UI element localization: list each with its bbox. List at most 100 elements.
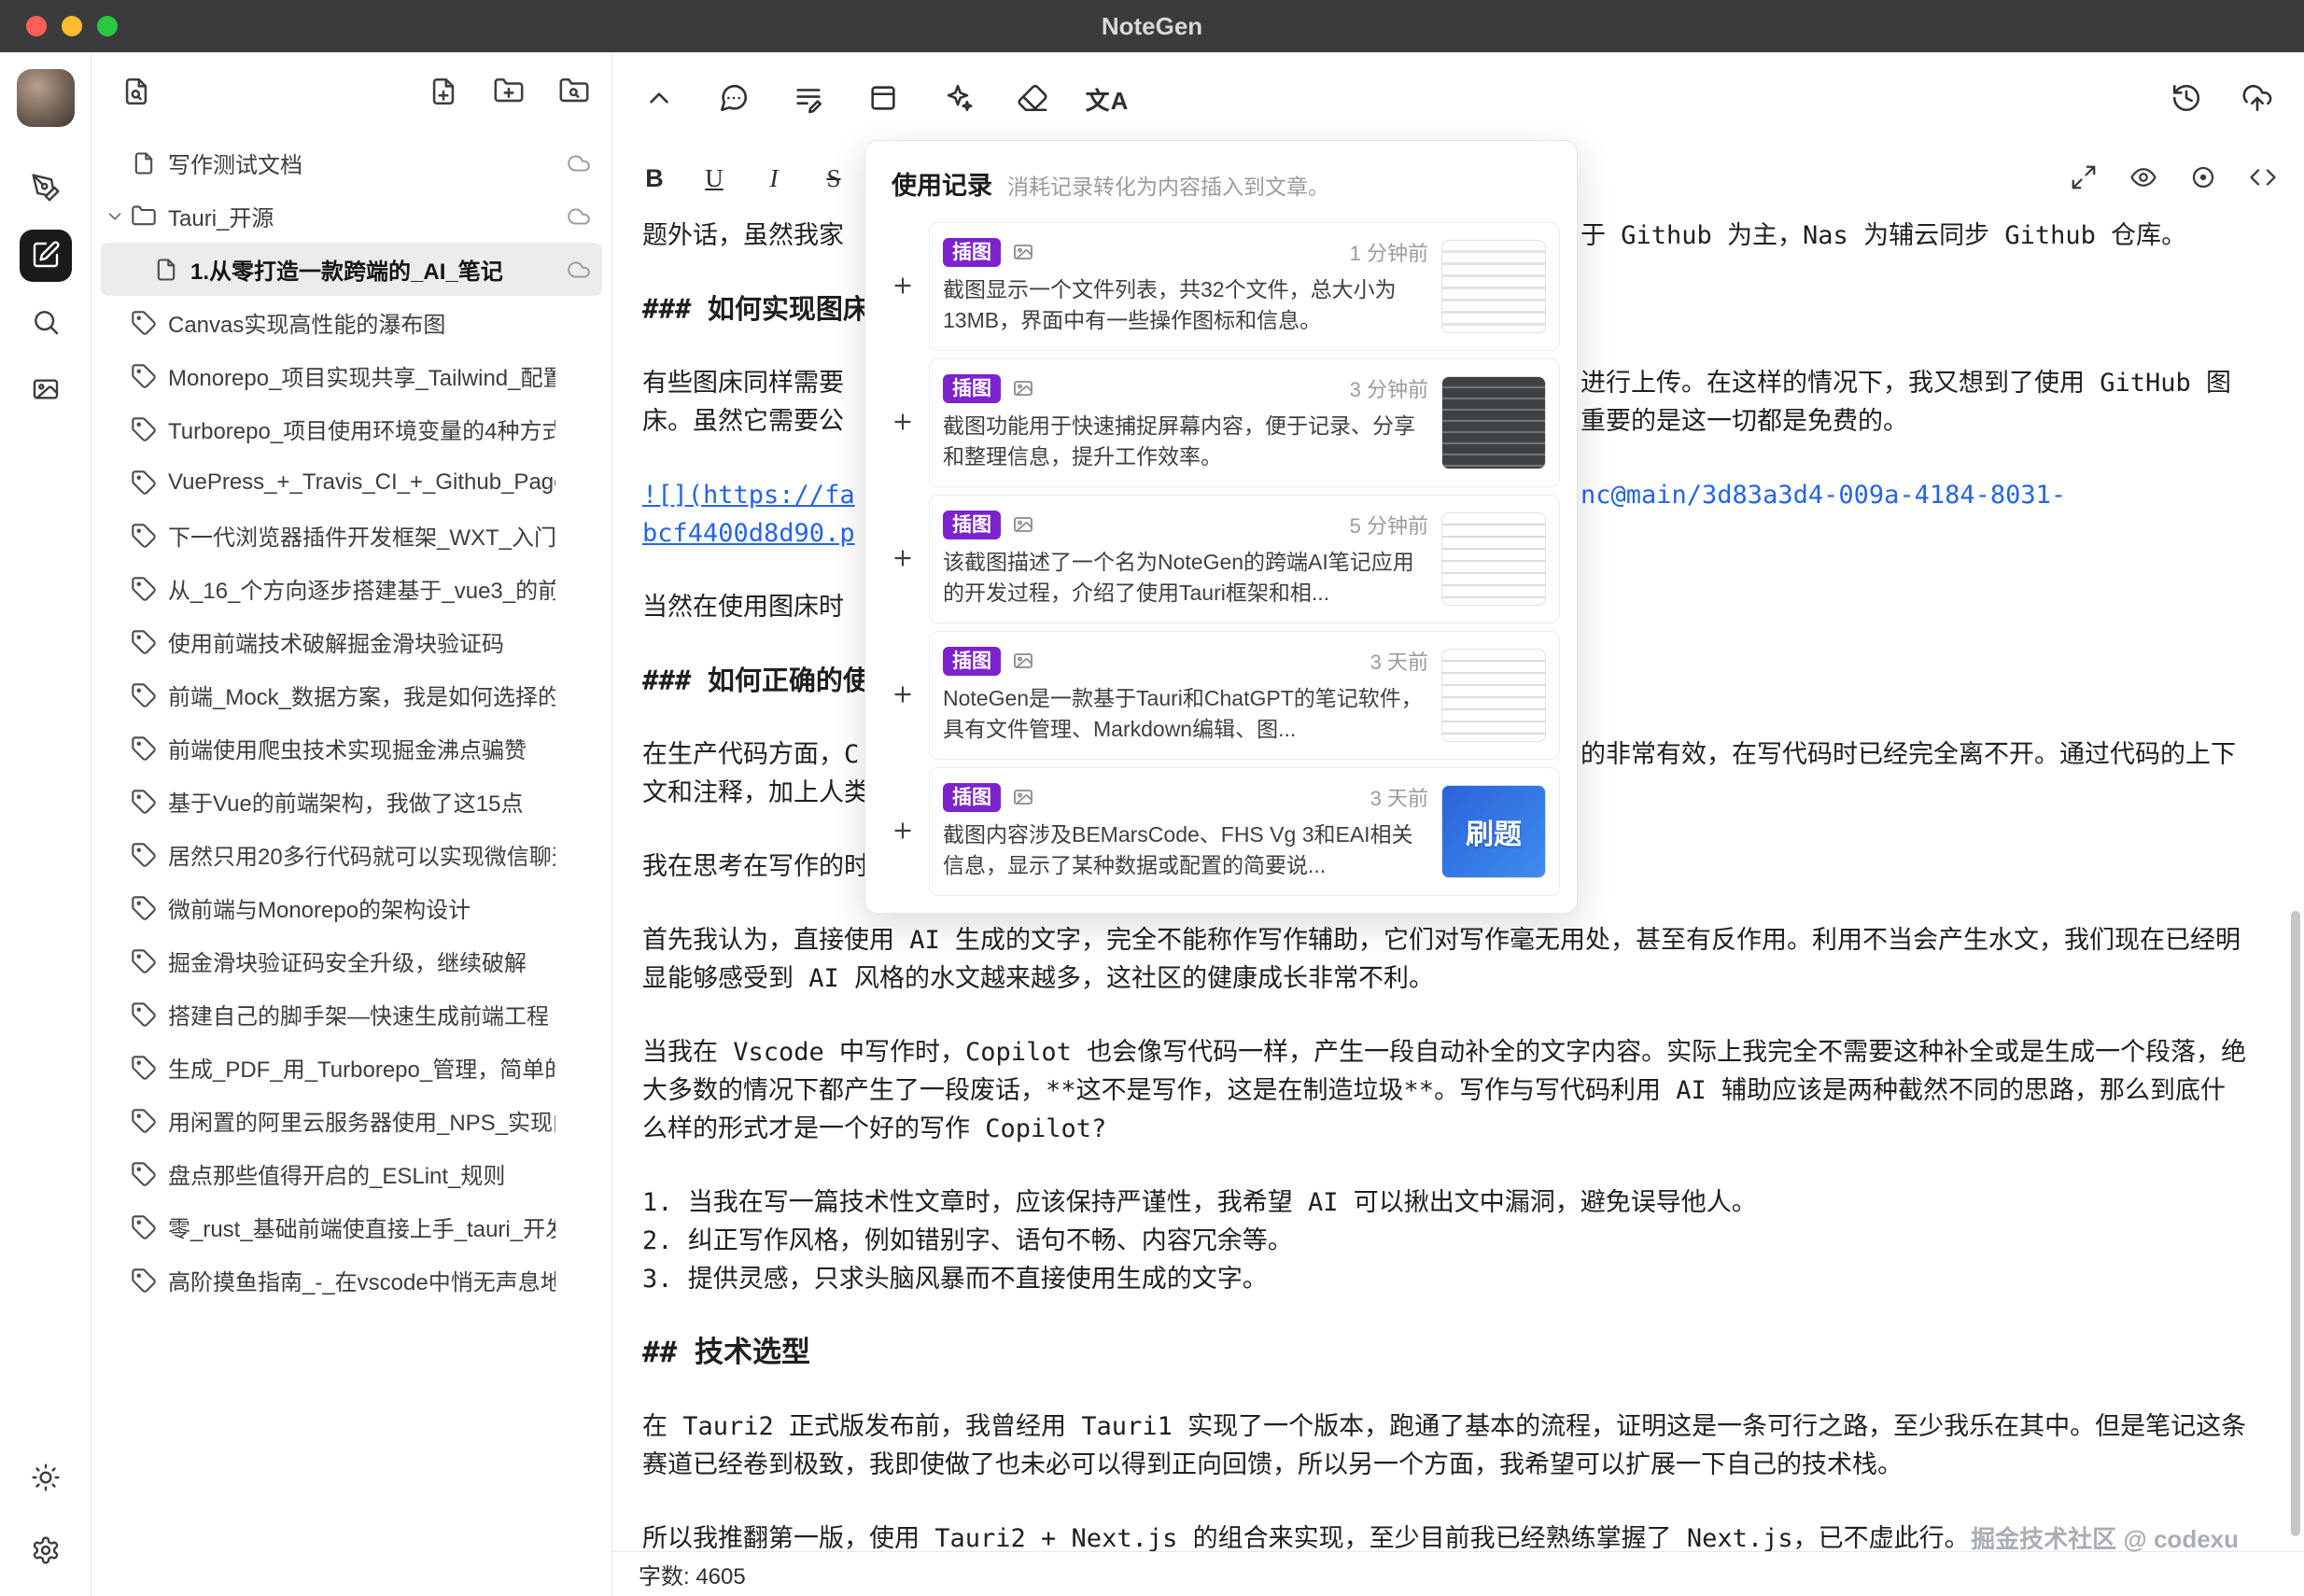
record-card[interactable]: 插图 1 分钟前 截图显示一个文件列表，共32个文件，总大小为13MB，界面中有… — [929, 222, 1560, 351]
file-search-button[interactable] — [116, 72, 157, 113]
cloud-sync-icon — [567, 258, 591, 282]
insert-record-button[interactable] — [882, 266, 923, 307]
avatar[interactable] — [17, 69, 75, 127]
translate-button[interactable]: 文A — [1085, 77, 1130, 121]
new-file-button[interactable] — [423, 72, 464, 113]
tree-item-label: 使用前端技术破解掘金滑块验证码 — [168, 625, 504, 658]
tree-item[interactable]: 微前端与Monorepo的架构设计 — [101, 881, 602, 934]
record-card[interactable]: 插图 3 分钟前 截图功能用于快速捕捉屏幕内容，便于记录、分享和整理信息，提升工… — [929, 358, 1560, 487]
theme-toggle-button[interactable] — [20, 1452, 72, 1505]
editor-line-text: 在 Tauri2 正式版发布前，我曾经用 Tauri1 实现了一个版本，跑通了基… — [642, 1412, 2246, 1479]
sync-upload-button[interactable] — [2235, 77, 2280, 121]
expand-button[interactable] — [2065, 160, 2102, 197]
folder-icon — [131, 203, 157, 230]
tree-item-label: Monorepo_项目实现共享_Tailwind_配置 — [168, 359, 555, 392]
usage-records-list: 插图 1 分钟前 截图显示一个文件列表，共32个文件，总大小为13MB，界面中有… — [865, 218, 1577, 900]
insert-record-button[interactable] — [882, 675, 923, 716]
chat-button[interactable] — [711, 77, 756, 121]
close-window-button[interactable] — [26, 16, 47, 36]
ai-polish-button[interactable] — [935, 77, 980, 121]
tree-item-label: 下一代浏览器插件开发框架_WXT_入门指... — [168, 519, 555, 552]
tree-item[interactable]: Turborepo_项目使用环境变量的4种方式 — [101, 402, 602, 455]
record-type-badge: 插图 — [943, 238, 1001, 267]
usage-record: 插图 3 天前 截图内容涉及BEMarsCode、FHS Vg 3和EAI相关信… — [882, 763, 1560, 900]
tree-item[interactable]: 零_rust_基础前端使直接上手_tauri_开发... — [101, 1200, 602, 1253]
usage-record: 插图 3 分钟前 截图功能用于快速捕捉屏幕内容，便于记录、分享和整理信息，提升工… — [882, 355, 1560, 491]
collapse-toolbar-button[interactable] — [637, 77, 681, 121]
tree-item-label: 盘点那些值得开启的_ESLint_规则 — [168, 1157, 505, 1190]
folder-search-button[interactable] — [554, 72, 595, 113]
editor-line-tail: 的非常有效，在写代码时已经完全离不开。通过代码的上下 — [1580, 735, 2236, 774]
record-card[interactable]: 插图 3 天前 截图内容涉及BEMarsCode、FHS Vg 3和EAI相关信… — [929, 767, 1560, 896]
tree-item-label: 掘金滑块验证码安全升级，继续破解 — [168, 945, 527, 977]
tag-icon — [131, 735, 157, 762]
usage-record: 插图 5 分钟前 该截图描述了一个名为NoteGen的跨端AI笔记应用的开发过程… — [882, 491, 1560, 627]
tree-item[interactable]: 生成_PDF_用_Turborepo_管理，简单的... — [101, 1041, 602, 1094]
write-mode-button[interactable] — [20, 230, 72, 282]
pen-tool-icon — [31, 173, 61, 205]
source-code-button[interactable] — [2244, 160, 2282, 197]
tree-item[interactable]: 高阶摸鱼指南_-_在vscode中悄无声息地... — [101, 1253, 602, 1307]
tree-item[interactable]: 1.从零打造一款跨端的_AI_笔记 — [101, 243, 602, 296]
tree-item[interactable]: 前端使用爬虫技术实现掘金沸点骗赞 — [101, 721, 602, 775]
record-description: 截图内容涉及BEMarsCode、FHS Vg 3和EAI相关信息，显示了某种数… — [943, 819, 1428, 881]
zoom-window-button[interactable] — [97, 16, 118, 36]
format-button[interactable]: S — [814, 159, 853, 198]
eraser-button[interactable] — [1010, 77, 1055, 121]
left-rail — [0, 52, 91, 1596]
history-button[interactable] — [2164, 77, 2209, 121]
tree-item[interactable]: 从_16_个方向逐步搭建基于_vue3_的前... — [101, 562, 602, 615]
editor-scrollbar-thumb[interactable] — [2291, 911, 2300, 1536]
tree-item[interactable]: 使用前端技术破解掘金滑块验证码 — [101, 615, 602, 668]
record-mode-button[interactable] — [20, 162, 72, 215]
continue-writing-button[interactable] — [786, 77, 831, 121]
tree-item[interactable]: 下一代浏览器插件开发框架_WXT_入门指... — [101, 509, 602, 562]
tag-icon — [131, 1267, 157, 1294]
format-button[interactable]: I — [754, 159, 794, 198]
search-button[interactable] — [20, 297, 72, 349]
format-toolbar-right — [2065, 160, 2282, 197]
window-title: NoteGen — [1102, 12, 1202, 41]
editor-line-tail: 于 Github 为主，Nas 为辅云同步 Github 仓库。 — [1580, 217, 2186, 255]
insert-record-button[interactable] — [882, 402, 923, 443]
tree-item[interactable]: Canvas实现高性能的瀑布图 — [101, 296, 602, 349]
new-folder-button[interactable] — [488, 72, 529, 113]
tree-item[interactable]: 用闲置的阿里云服务器使用_NPS_实现内... — [101, 1094, 602, 1147]
tree-item[interactable]: 前端_Mock_数据方案，我是如何选择的? — [101, 668, 602, 721]
editor-line-tail: 进行上传。在这样的情况下，我又想到了使用 GitHub 图 — [1580, 364, 2231, 402]
record-meta: 插图 3 天前 — [943, 646, 1428, 676]
format-button[interactable]: U — [695, 159, 734, 198]
format-button[interactable]: B — [635, 159, 674, 198]
tree-item[interactable]: 基于Vue的前端架构，我做了这15点 — [101, 775, 602, 828]
tree-item[interactable]: 掘金滑块验证码安全升级，继续破解 — [101, 934, 602, 987]
minimize-window-button[interactable] — [62, 16, 82, 36]
insert-record-button[interactable] — [882, 811, 923, 852]
insert-record-button[interactable] — [882, 539, 923, 580]
tree-item[interactable]: Monorepo_项目实现共享_Tailwind_配置 — [101, 349, 602, 402]
tree-item[interactable]: Tauri_开源 — [101, 189, 602, 243]
settings-button[interactable] — [20, 1525, 72, 1577]
editor-line-tail: nc@main/3d83a3d4-009a-4184-8031- — [1580, 476, 2066, 514]
tag-icon — [131, 1001, 157, 1028]
template-button[interactable] — [861, 77, 906, 121]
tree-item[interactable]: 居然只用20多行代码就可以实现微信聊天... — [101, 828, 602, 881]
editor-line: 当我在 Vscode 中写作时，Copilot 也会像写代码一样，产生一段自动补… — [642, 1033, 2248, 1148]
tag-icon — [131, 1055, 157, 1081]
usage-record: 插图 3 天前 NoteGen是一款基于Tauri和ChatGPT的笔记软件，具… — [882, 627, 1560, 763]
record-card[interactable]: 插图 5 分钟前 该截图描述了一个名为NoteGen的跨端AI笔记应用的开发过程… — [929, 495, 1560, 623]
gallery-button[interactable] — [20, 364, 72, 416]
preview-button[interactable] — [2125, 160, 2162, 197]
record-body: 插图 3 天前 截图内容涉及BEMarsCode、FHS Vg 3和EAI相关信… — [943, 782, 1428, 881]
editor-line-text: bcf4400d8d90.p — [642, 519, 855, 548]
tree-item[interactable]: 写作测试文档 — [101, 136, 602, 189]
tree-item-label: VuePress_+_Travis_CI_+_Github_Pages... — [168, 469, 555, 496]
tree-item[interactable]: 盘点那些值得开启的_ESLint_规则 — [101, 1147, 602, 1200]
focus-button[interactable] — [2185, 160, 2222, 197]
tree-item[interactable]: 搭建自己的脚手架—快速生成前端工程 — [101, 987, 602, 1041]
photo-icon — [1012, 377, 1034, 399]
record-body: 插图 3 分钟前 截图功能用于快速捕捉屏幕内容，便于记录、分享和整理信息，提升工… — [943, 373, 1428, 472]
record-thumbnail — [1441, 240, 1546, 333]
tag-icon — [131, 789, 157, 815]
record-card[interactable]: 插图 3 天前 NoteGen是一款基于Tauri和ChatGPT的笔记软件，具… — [929, 631, 1560, 760]
tree-item[interactable]: VuePress_+_Travis_CI_+_Github_Pages... — [101, 455, 602, 509]
